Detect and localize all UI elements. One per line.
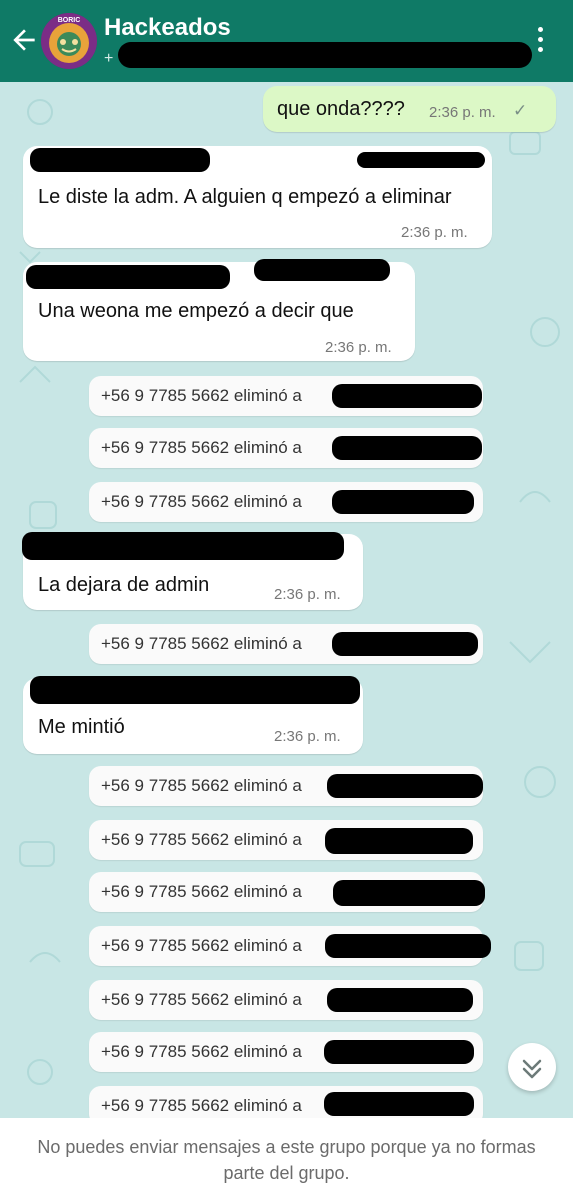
system-notice-text: +56 9 7785 5662 eliminó a (101, 990, 302, 1009)
message-time: 2:36 p. m. (274, 586, 341, 603)
participants-prefix: + (104, 50, 114, 67)
chat-header: BORIC Hackeados + (0, 0, 573, 82)
redaction-mark (324, 1040, 474, 1064)
back-arrow-icon[interactable] (8, 24, 40, 56)
group-participants[interactable]: + (104, 50, 113, 68)
read-only-notice-text: No puedes enviar mensajes a este grupo p… (37, 1137, 536, 1183)
message-time: 2:36 p. m. (325, 339, 392, 356)
redaction-mark (327, 988, 473, 1012)
redaction-mark (254, 259, 390, 281)
group-title[interactable]: Hackeados (104, 14, 231, 42)
system-notice-text: +56 9 7785 5662 eliminó a (101, 438, 302, 457)
message-text: que onda???? (277, 98, 405, 120)
message-text: Le diste la adm. A alguien q empezó a el… (38, 186, 452, 208)
outgoing-message[interactable]: que onda???? 2:36 p. m. ✓ (263, 86, 556, 132)
chat-area[interactable]: que onda???? 2:36 p. m. ✓ Le diste la ad… (0, 82, 573, 1118)
redaction-mark (30, 148, 210, 172)
scroll-down-button[interactable] (508, 1043, 556, 1091)
redaction-mark (22, 532, 344, 560)
more-vert-icon[interactable] (530, 24, 550, 58)
avatar-label: BORIC (57, 17, 81, 24)
system-notice-text: +56 9 7785 5662 eliminó a (101, 1042, 302, 1061)
redaction-mark (118, 42, 532, 68)
redaction-mark (333, 880, 485, 906)
system-notice-text: +56 9 7785 5662 eliminó a (101, 936, 302, 955)
system-notice-text: +56 9 7785 5662 eliminó a (101, 882, 302, 901)
redaction-mark (332, 490, 474, 514)
scroll-down-icon (522, 1059, 542, 1079)
system-notice-text: +56 9 7785 5662 eliminó a (101, 776, 302, 795)
read-only-notice-bar: No puedes enviar mensajes a este grupo p… (0, 1118, 573, 1200)
group-avatar[interactable]: BORIC (41, 13, 97, 69)
redaction-mark (30, 676, 360, 704)
message-text: Una weona me empezó a decir que (38, 300, 354, 322)
redaction-mark (332, 436, 482, 460)
system-notice-text: +56 9 7785 5662 eliminó a (101, 634, 302, 653)
redaction-mark (26, 265, 230, 289)
system-notice-text: +56 9 7785 5662 eliminó a (101, 386, 302, 405)
read-check-icon: ✓ (513, 101, 528, 120)
message-time: 2:36 p. m. (274, 728, 341, 745)
system-notice-text: +56 9 7785 5662 eliminó a (101, 1096, 302, 1115)
redaction-mark (332, 632, 478, 656)
system-notice-text: +56 9 7785 5662 eliminó a (101, 830, 302, 849)
message-text: La dejara de admin (38, 574, 210, 596)
redaction-mark (325, 828, 473, 854)
message-text: Me mintió (38, 716, 125, 738)
message-time: 2:36 p. m. (401, 224, 468, 241)
system-notice-text: +56 9 7785 5662 eliminó a (101, 492, 302, 511)
redaction-mark (327, 774, 483, 798)
redaction-mark (324, 1092, 474, 1116)
message-time: 2:36 p. m. (429, 104, 496, 121)
redaction-mark (357, 152, 485, 168)
redaction-mark (332, 384, 482, 408)
redaction-mark (325, 934, 491, 958)
